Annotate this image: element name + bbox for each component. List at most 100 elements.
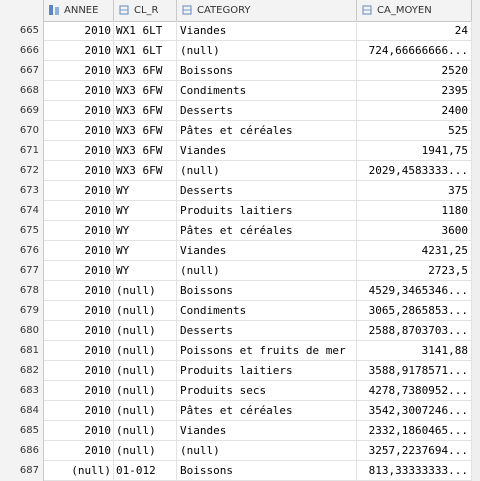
cell-category[interactable]: Viandes (177, 241, 357, 261)
cell-category[interactable]: Boissons (177, 61, 357, 81)
table-row[interactable]: 687 (null) 01-012 Boissons 813,33333333... (0, 461, 480, 481)
cell-category[interactable]: (null) (177, 41, 357, 61)
cell-cl-r[interactable]: (null) (114, 301, 177, 321)
cell-cl-r[interactable]: WX3 6FW (114, 141, 177, 161)
table-row[interactable]: 676 2010 WY Viandes 4231,25 (0, 241, 480, 261)
cell-cl-r[interactable]: WX1 6LT (114, 21, 177, 41)
cell-ca-moyen[interactable]: 525 (357, 121, 472, 141)
table-row[interactable]: 677 2010 WY (null) 2723,5 (0, 261, 480, 281)
cell-ca-moyen[interactable]: 3542,3007246... (357, 401, 472, 421)
cell-annee[interactable]: 2010 (44, 421, 114, 441)
cell-category[interactable]: Boissons (177, 461, 357, 481)
table-row[interactable]: 681 2010 (null) Poissons et fruits de mer 31… (0, 341, 480, 361)
cell-category[interactable]: Condiments (177, 81, 357, 101)
table-row[interactable]: 671 2010 WX3 6FW Viandes 1941,75 (0, 141, 480, 161)
cell-cl-r[interactable]: WX3 6FW (114, 101, 177, 121)
cell-ca-moyen[interactable]: 3065,2865853... (357, 301, 472, 321)
cell-annee[interactable]: 2010 (44, 121, 114, 141)
cell-annee[interactable]: 2010 (44, 101, 114, 121)
cell-ca-moyen[interactable]: 2723,5 (357, 261, 472, 281)
table-row[interactable]: 672 2010 WX3 6FW (null) 2029,4583333... (0, 161, 480, 181)
cell-cl-r[interactable]: (null) (114, 341, 177, 361)
cell-ca-moyen[interactable]: 4529,3465346... (357, 281, 472, 301)
cell-ca-moyen[interactable]: 4231,25 (357, 241, 472, 261)
table-row[interactable]: 678 2010 (null) Boissons 4529,3465346... (0, 281, 480, 301)
cell-category[interactable]: Desserts (177, 101, 357, 121)
cell-ca-moyen[interactable]: 3588,9178571... (357, 361, 472, 381)
cell-cl-r[interactable]: WX3 6FW (114, 61, 177, 81)
cell-annee[interactable]: 2010 (44, 201, 114, 221)
cell-ca-moyen[interactable]: 3141,88 (357, 341, 472, 361)
cell-category[interactable]: Produits secs (177, 381, 357, 401)
column-header-annee[interactable]: ANNEE (44, 0, 114, 21)
cell-category[interactable]: Poissons et fruits de mer (177, 341, 357, 361)
cell-ca-moyen[interactable]: 3600 (357, 221, 472, 241)
table-row[interactable]: 673 2010 WY Desserts 375 (0, 181, 480, 201)
cell-category[interactable]: Viandes (177, 141, 357, 161)
cell-annee[interactable]: 2010 (44, 441, 114, 461)
table-row[interactable]: 674 2010 WY Produits laitiers 1180 (0, 201, 480, 221)
cell-category[interactable]: Pâtes et céréales (177, 121, 357, 141)
cell-annee[interactable]: 2010 (44, 301, 114, 321)
cell-ca-moyen[interactable]: 2029,4583333... (357, 161, 472, 181)
cell-category[interactable]: Viandes (177, 421, 357, 441)
cell-ca-moyen[interactable]: 2395 (357, 81, 472, 101)
cell-cl-r[interactable]: WX3 6FW (114, 121, 177, 141)
cell-cl-r[interactable]: WX3 6FW (114, 161, 177, 181)
cell-cl-r[interactable]: (null) (114, 441, 177, 461)
cell-ca-moyen[interactable]: 724,66666666... (357, 41, 472, 61)
cell-annee[interactable]: 2010 (44, 281, 114, 301)
cell-category[interactable]: (null) (177, 161, 357, 181)
cell-ca-moyen[interactable]: 1941,75 (357, 141, 472, 161)
cell-annee[interactable]: 2010 (44, 341, 114, 361)
cell-annee[interactable]: 2010 (44, 41, 114, 61)
cell-cl-r[interactable]: 01-012 (114, 461, 177, 481)
cell-ca-moyen[interactable]: 1180 (357, 201, 472, 221)
table-row[interactable]: 675 2010 WY Pâtes et céréales 3600 (0, 221, 480, 241)
cell-ca-moyen[interactable]: 2332,1860465... (357, 421, 472, 441)
table-row[interactable]: 666 2010 WX1 6LT (null) 724,66666666... (0, 41, 480, 61)
cell-category[interactable]: Boissons (177, 281, 357, 301)
cell-annee[interactable]: 2010 (44, 141, 114, 161)
cell-category[interactable]: Condiments (177, 301, 357, 321)
table-row[interactable]: 669 2010 WX3 6FW Desserts 2400 (0, 101, 480, 121)
table-row[interactable]: 685 2010 (null) Viandes 2332,1860465... (0, 421, 480, 441)
cell-annee[interactable]: 2010 (44, 161, 114, 181)
cell-ca-moyen[interactable]: 4278,7380952... (357, 381, 472, 401)
table-row[interactable]: 679 2010 (null) Condiments 3065,2865853... (0, 301, 480, 321)
column-header-cl-r[interactable]: CL_R (114, 0, 177, 21)
cell-category[interactable]: Viandes (177, 21, 357, 41)
cell-annee[interactable]: 2010 (44, 21, 114, 41)
cell-cl-r[interactable]: WX1 6LT (114, 41, 177, 61)
cell-cl-r[interactable]: (null) (114, 321, 177, 341)
cell-category[interactable]: Desserts (177, 181, 357, 201)
cell-category[interactable]: Produits laitiers (177, 201, 357, 221)
cell-cl-r[interactable]: (null) (114, 381, 177, 401)
vertical-scrollbar[interactable] (472, 0, 480, 481)
cell-annee[interactable]: 2010 (44, 221, 114, 241)
cell-cl-r[interactable]: (null) (114, 401, 177, 421)
cell-annee[interactable]: 2010 (44, 401, 114, 421)
cell-category[interactable]: Produits laitiers (177, 361, 357, 381)
cell-category[interactable]: Desserts (177, 321, 357, 341)
cell-annee[interactable]: 2010 (44, 81, 114, 101)
cell-ca-moyen[interactable]: 2520 (357, 61, 472, 81)
cell-annee[interactable]: (null) (44, 461, 114, 481)
cell-ca-moyen[interactable]: 375 (357, 181, 472, 201)
cell-cl-r[interactable]: WY (114, 261, 177, 281)
cell-cl-r[interactable]: WX3 6FW (114, 81, 177, 101)
cell-ca-moyen[interactable]: 3257,2237694... (357, 441, 472, 461)
cell-cl-r[interactable]: WY (114, 201, 177, 221)
cell-category[interactable]: Pâtes et céréales (177, 221, 357, 241)
cell-annee[interactable]: 2010 (44, 241, 114, 261)
table-row[interactable]: 668 2010 WX3 6FW Condiments 2395 (0, 81, 480, 101)
cell-ca-moyen[interactable]: 2400 (357, 101, 472, 121)
table-row[interactable]: 682 2010 (null) Produits laitiers 3588,91785… (0, 361, 480, 381)
cell-ca-moyen[interactable]: 813,33333333... (357, 461, 472, 481)
table-row[interactable]: 665 2010 WX1 6LT Viandes 24 (0, 21, 480, 41)
table-row[interactable]: 683 2010 (null) Produits secs 4278,7380952..… (0, 381, 480, 401)
cell-cl-r[interactable]: (null) (114, 361, 177, 381)
cell-ca-moyen[interactable]: 2588,8703703... (357, 321, 472, 341)
cell-annee[interactable]: 2010 (44, 261, 114, 281)
cell-cl-r[interactable]: WY (114, 181, 177, 201)
